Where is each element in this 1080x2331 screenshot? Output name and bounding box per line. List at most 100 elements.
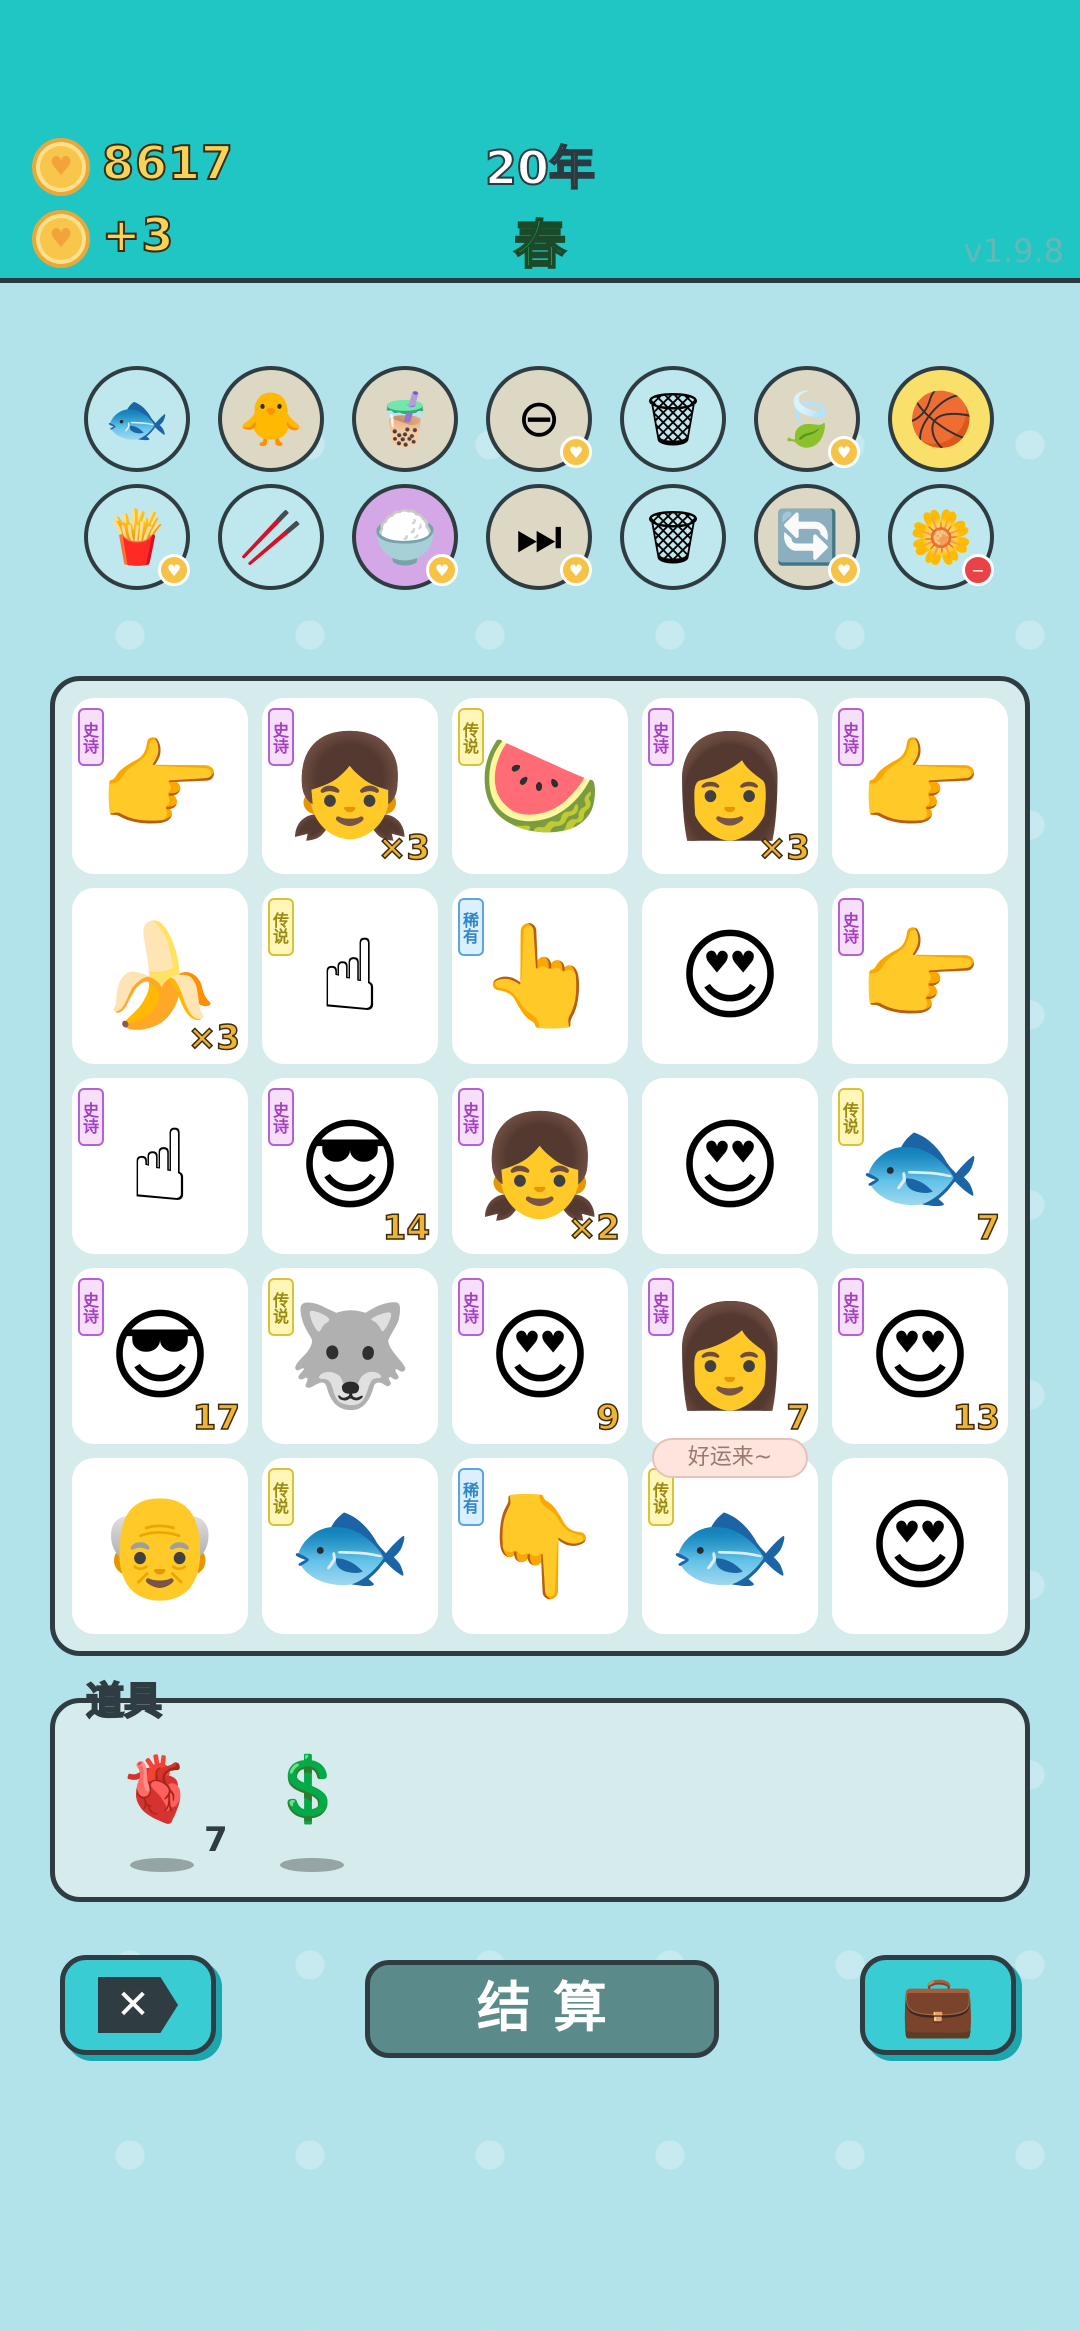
tool-button[interactable]: 🏀 bbox=[888, 366, 994, 472]
item-shadow bbox=[130, 1858, 194, 1872]
rarity-tag: 传说 bbox=[458, 708, 484, 766]
close-icon: ✕ bbox=[98, 1977, 178, 2033]
board-cell[interactable]: 👴 bbox=[72, 1458, 248, 1634]
skip-icon: ⏭ bbox=[515, 506, 563, 567]
board-cell[interactable]: 👉 史诗 bbox=[832, 698, 1008, 874]
tool-button[interactable]: 🐥 bbox=[218, 366, 324, 472]
top-bar: ♥ 8617 ♥ +3 20年 春 v1.9.8 bbox=[0, 0, 1080, 283]
cell-count: ×3 bbox=[187, 1017, 241, 1059]
rarity-tag: 史诗 bbox=[458, 1088, 484, 1146]
refresh-icon: 🔄 bbox=[774, 507, 840, 568]
board-cell[interactable]: 👆 稀有 bbox=[452, 888, 628, 1064]
item-shadow bbox=[280, 1858, 344, 1872]
tool-button[interactable]: 🍃 ♥ bbox=[754, 366, 860, 472]
briefcase-icon: 💼 bbox=[900, 1970, 976, 2041]
rarity-tag: 史诗 bbox=[838, 1278, 864, 1336]
board-cell[interactable]: 🐟 传说 7 bbox=[832, 1078, 1008, 1254]
board-cell[interactable]: 👩 史诗 7 bbox=[642, 1268, 818, 1444]
fishbowl-icon: 🐟 bbox=[104, 389, 170, 450]
tool-button[interactable]: ⏭ ♥ bbox=[486, 484, 592, 590]
rarity-tag: 史诗 bbox=[838, 708, 864, 766]
rarity-tag: 史诗 bbox=[268, 708, 294, 766]
tool-button[interactable]: ⊖ ♥ bbox=[486, 366, 592, 472]
cell-count: 7 bbox=[976, 1207, 1001, 1249]
rarity-tag: 史诗 bbox=[838, 898, 864, 956]
heart-coin-icon: ♥ bbox=[32, 210, 90, 268]
tool-button[interactable]: 🗑 bbox=[620, 484, 726, 590]
tool-button[interactable]: 🍟 ♥ bbox=[84, 484, 190, 590]
board-cell[interactable]: 😍 史诗 9 bbox=[452, 1268, 628, 1444]
cell-count: 9 bbox=[596, 1397, 621, 1439]
season-label: 春 bbox=[513, 215, 567, 277]
heart-badge-icon: ♥ bbox=[426, 554, 458, 586]
remove-icon: ⊖ bbox=[517, 389, 561, 449]
rarity-tag: 史诗 bbox=[78, 1088, 104, 1146]
board-cell[interactable]: 😍 bbox=[642, 1078, 818, 1254]
old-man-heart-eyes-icon: 😍 bbox=[867, 1487, 973, 1604]
cell-count: ×2 bbox=[567, 1207, 621, 1249]
tool-button[interactable]: 🥢 bbox=[218, 484, 324, 590]
board-cell[interactable]: 😍 史诗 13 bbox=[832, 1268, 1008, 1444]
board-cell[interactable]: 👩 史诗 ×3 bbox=[642, 698, 818, 874]
bubble-tea-icon: 🧋 bbox=[372, 389, 438, 450]
rarity-tag: 传说 bbox=[838, 1088, 864, 1146]
tool-button[interactable]: 🧋 bbox=[352, 366, 458, 472]
chopsticks-icon: 🥢 bbox=[238, 507, 304, 568]
tool-button[interactable]: 🗑 bbox=[620, 366, 726, 472]
board-cell[interactable]: 👧 史诗 ×2 bbox=[452, 1078, 628, 1254]
board-cell[interactable]: 😎 史诗 14 bbox=[262, 1078, 438, 1254]
board-cell[interactable]: ☝ 史诗 bbox=[72, 1078, 248, 1254]
board-cell[interactable]: 😎 史诗 17 bbox=[72, 1268, 248, 1444]
close-button[interactable]: ✕ bbox=[60, 1955, 216, 2055]
board-cell[interactable]: 🐺 传说 bbox=[262, 1268, 438, 1444]
board-cell[interactable]: 👉 史诗 bbox=[72, 698, 248, 874]
rarity-tag: 史诗 bbox=[648, 1278, 674, 1336]
board-cell[interactable]: 👉 史诗 bbox=[832, 888, 1008, 1064]
man-heart-eyes-icon: 😍 bbox=[677, 1107, 783, 1224]
dollar-coin-icon[interactable]: 💲 bbox=[268, 1752, 348, 1827]
tool-button[interactable]: 🍚 ♥ bbox=[352, 484, 458, 590]
tool-button[interactable]: 🌼 − bbox=[888, 484, 994, 590]
version-label: v1.9.8 bbox=[963, 232, 1064, 270]
rarity-tag: 史诗 bbox=[268, 1088, 294, 1146]
chick-egg-icon: 🐥 bbox=[238, 389, 304, 450]
rarity-tag: 史诗 bbox=[458, 1278, 484, 1336]
cell-count: 13 bbox=[952, 1397, 1001, 1439]
rarity-tag: 稀有 bbox=[458, 1468, 484, 1526]
rice-bowl-icon: 🍚 bbox=[372, 507, 438, 568]
cell-count: ×3 bbox=[377, 827, 431, 869]
bag-button[interactable]: 💼 bbox=[860, 1955, 1016, 2055]
board-cell[interactable]: ☝ 传说 bbox=[262, 888, 438, 1064]
board-cell[interactable]: 👇 稀有 bbox=[452, 1458, 628, 1634]
heart-badge-icon: ♥ bbox=[828, 554, 860, 586]
remove-badge-icon: − bbox=[962, 554, 994, 586]
cell-count: 14 bbox=[382, 1207, 431, 1249]
items-title: 道具 bbox=[85, 1678, 163, 1724]
heart-badge-icon: ♥ bbox=[828, 436, 860, 468]
board-cell[interactable]: 😍 bbox=[832, 1458, 1008, 1634]
basketballs-icon: 🏀 bbox=[908, 389, 974, 450]
board-cell[interactable]: 👧 史诗 ×3 bbox=[262, 698, 438, 874]
coin-income: +3 bbox=[101, 207, 175, 263]
coin-total: 8617 bbox=[101, 135, 235, 191]
rarity-tag: 传说 bbox=[268, 1468, 294, 1526]
board-cell[interactable]: 🐟 传说 bbox=[262, 1458, 438, 1634]
rarity-tag: 传说 bbox=[268, 1278, 294, 1336]
tool-button[interactable]: 🐟 bbox=[84, 366, 190, 472]
board-cell[interactable]: 😍 bbox=[642, 888, 818, 1064]
liver-icon[interactable]: 🫀 bbox=[118, 1752, 198, 1827]
board-cell[interactable]: 🍌 ×3 bbox=[72, 888, 248, 1064]
settle-button[interactable]: 结算 bbox=[365, 1960, 719, 2058]
flower-pot-icon: 🌼 bbox=[908, 507, 974, 568]
man-heart-eyes-icon: 😍 bbox=[677, 917, 783, 1034]
board-cell[interactable]: 🍉 传说 bbox=[452, 698, 628, 874]
old-man-glasses-icon: 👴 bbox=[97, 1487, 223, 1604]
recycle-bag-icon: 🗑 bbox=[639, 507, 706, 568]
recycle-bag-icon: 🗑 bbox=[639, 389, 706, 450]
rarity-tag: 史诗 bbox=[78, 708, 104, 766]
heart-coin-icon: ♥ bbox=[32, 138, 90, 196]
item-count: 7 bbox=[204, 1820, 228, 1860]
board-cell[interactable]: 🐟 传说 bbox=[642, 1458, 818, 1634]
rarity-tag: 传说 bbox=[268, 898, 294, 956]
tool-button[interactable]: 🔄 ♥ bbox=[754, 484, 860, 590]
